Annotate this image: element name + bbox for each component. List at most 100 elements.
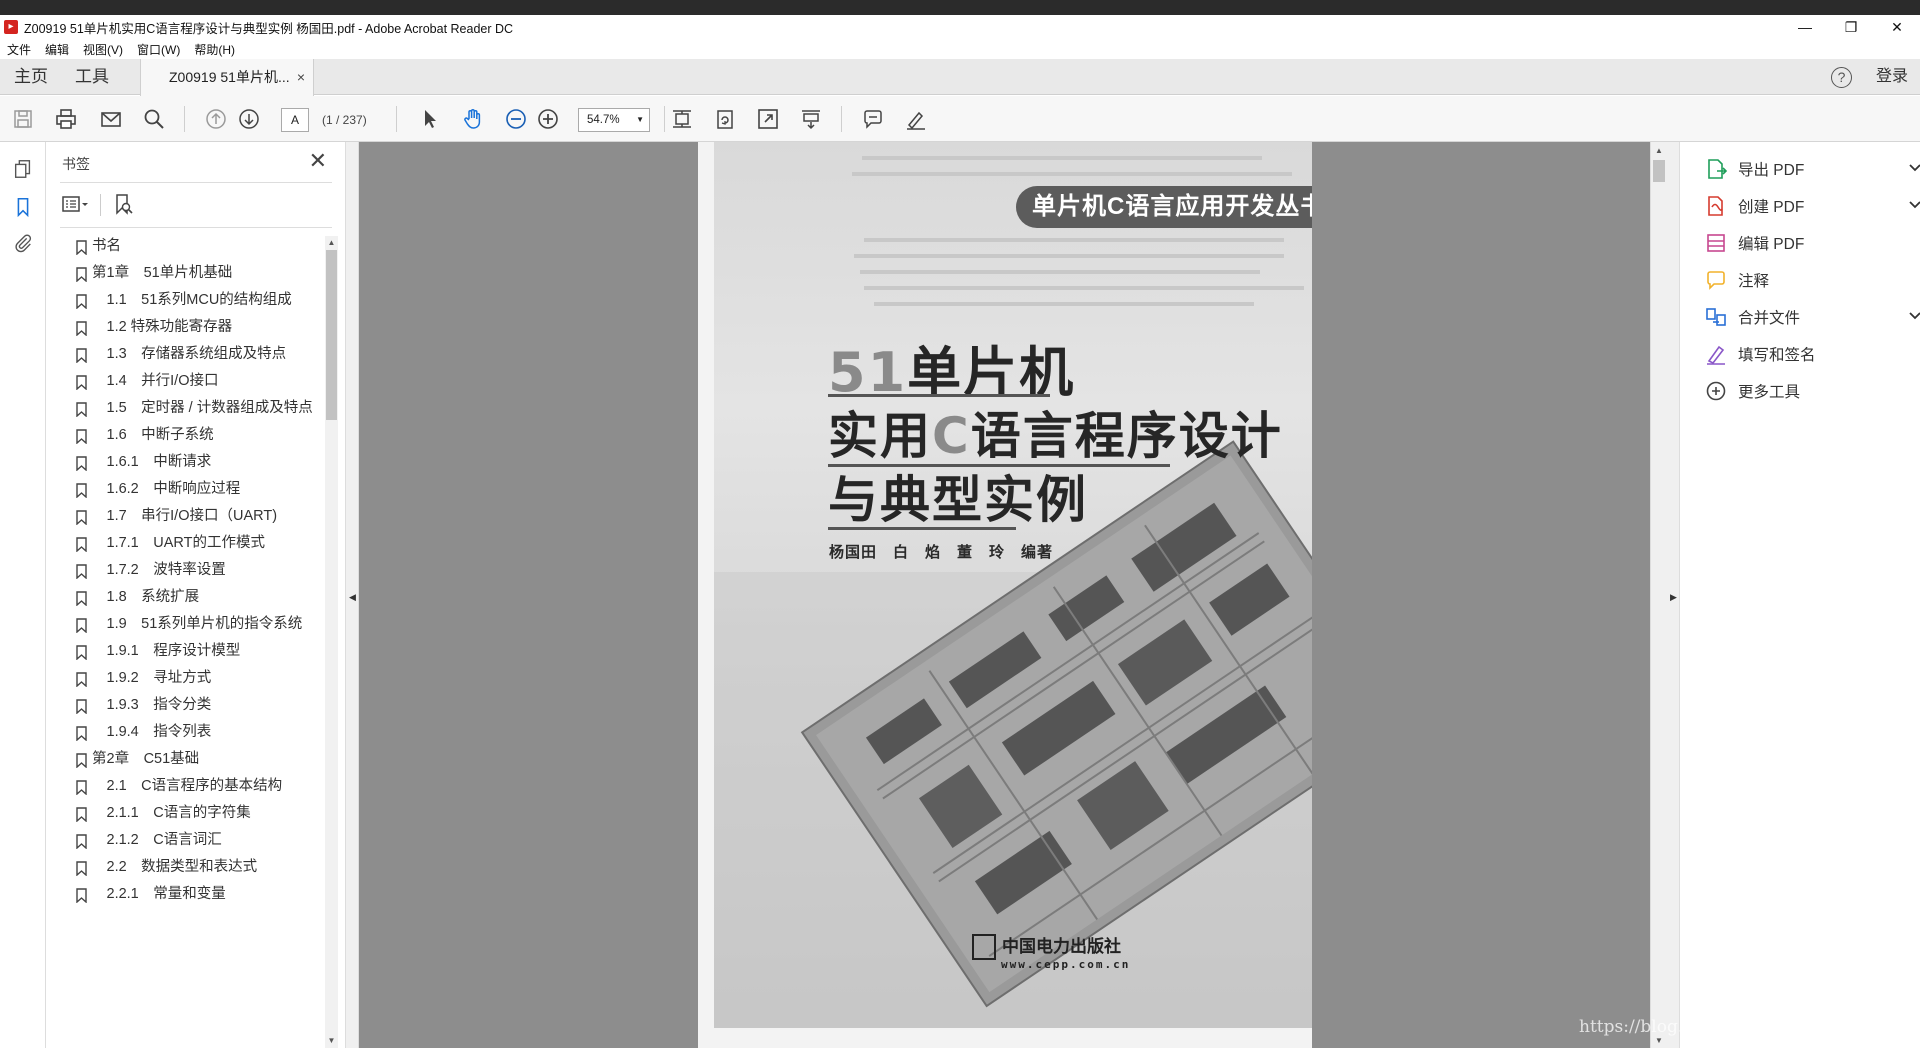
bookmarks-icon[interactable] [10,194,36,220]
chevron-down-icon[interactable] [1908,310,1920,324]
zoom-out-icon[interactable] [502,105,530,133]
bookmark-item[interactable]: 2.1.2 C语言词汇 [60,827,328,854]
highlight-pen-icon[interactable] [902,105,930,133]
bookmark-item[interactable]: 1.6 中断子系统 [60,422,328,449]
document-scrollbar[interactable]: ▲ ▼ [1650,142,1666,1048]
tool-fill-sign[interactable]: 填写和签名 [1704,341,1816,367]
bookmark-item[interactable]: 1.7.1 UART的工作模式 [60,530,328,557]
save-icon[interactable] [9,105,37,133]
email-icon[interactable] [97,105,125,133]
main-toolbar: A (1 / 237) 54.7% ▼ [0,96,1920,142]
full-screen-icon[interactable] [754,105,782,133]
scroll-up-arrow-icon[interactable]: ▲ [325,236,338,250]
tool-comment[interactable]: 注释 [1704,267,1769,293]
previous-page-icon[interactable] [202,105,230,133]
attachments-icon[interactable] [10,230,36,256]
chevron-down-icon[interactable] [1908,199,1920,213]
search-icon[interactable] [140,105,168,133]
bookmark-item[interactable]: 1.7.2 波特率设置 [60,557,328,584]
scroll-down-arrow-icon[interactable]: ▼ [325,1034,338,1048]
bookmark-item[interactable]: 1.6.2 中断响应过程 [60,476,328,503]
minimize-button[interactable]: — [1782,15,1828,39]
tool-create-pdf[interactable]: 创建 PDF [1704,193,1920,219]
chevron-down-icon[interactable] [1908,162,1920,176]
zoom-level-select[interactable]: 54.7% ▼ [578,108,650,132]
page-thumbnails-icon[interactable] [10,156,36,182]
close-window-button[interactable]: ✕ [1874,15,1920,39]
fit-page-icon[interactable] [668,105,696,133]
bookmark-item[interactable]: 1.9.1 程序设计模型 [60,638,328,665]
cover-publisher-url: www.cepp.com.cn [1001,958,1131,971]
zoom-in-icon[interactable] [534,105,562,133]
bookmark-item[interactable]: 2.2.1 常量和变量 [60,881,328,908]
menu-view[interactable]: 视图(V) [76,41,130,58]
bookmark-item[interactable]: 2.1.1 C语言的字符集 [60,800,328,827]
bookmark-item[interactable]: 1.2 特殊功能寄存器 [60,314,328,341]
scroll-up-arrow-icon[interactable]: ▲ [1651,144,1667,158]
tool-combine-files[interactable]: 合并文件 [1704,304,1920,330]
tool-label: 注释 [1738,273,1770,290]
bookmark-item[interactable]: 1.4 并行I/O接口 [60,368,328,395]
bookmark-item[interactable]: 2.2 数据类型和表达式 [60,854,328,881]
pdf-page[interactable]: 单片机C语言应用开发丛书 51单片机 实用C语言程序设计 与典型实例 杨国田 白… [698,142,1312,1048]
tab-document[interactable]: Z00919 51单片机... × [140,59,314,96]
close-tab-icon[interactable]: × [297,59,305,95]
menu-file[interactable]: 文件 [0,41,38,58]
menu-help[interactable]: 帮助(H) [187,41,242,58]
bookmark-icon [76,834,87,849]
cover-title-line-2: 实用C语言程序设计 [828,396,1283,468]
collapse-left-icon[interactable]: ◀ [349,592,356,603]
print-icon[interactable] [52,105,80,133]
tool-label: 编辑 PDF [1738,236,1805,253]
rotate-page-icon[interactable] [711,105,739,133]
add-bookmark-icon[interactable] [111,192,135,219]
scroll-mode-icon[interactable] [797,105,825,133]
bookmark-item[interactable]: 1.7 串行I/O接口（UART) [60,503,328,530]
bookmark-item[interactable]: 1.6.1 中断请求 [60,449,328,476]
scrollbar-thumb[interactable] [1653,160,1665,182]
bookmark-label: 1.6.1 中断请求 [92,454,212,470]
menu-window[interactable]: 窗口(W) [130,41,187,58]
bookmark-item[interactable]: 1.1 51系列MCU的结构组成 [60,287,328,314]
bookmark-item[interactable]: 1.3 存储器系统组成及特点 [60,341,328,368]
next-page-icon[interactable] [235,105,263,133]
bookmark-item[interactable]: 第1章 51单片机基础 [60,260,328,287]
document-tab-label: Z00919 51单片机... [169,69,290,85]
right-panel-splitter[interactable]: ▶ [1666,142,1680,1048]
bookmark-label: 1.4 并行I/O接口 [92,373,219,389]
tab-home[interactable]: 主页 [14,59,48,95]
close-panel-icon[interactable]: ✕ [309,150,327,172]
bookmark-scrollbar[interactable]: ▲ ▼ [325,236,338,1048]
collapse-right-icon[interactable]: ▶ [1670,592,1677,603]
page-number-input[interactable]: A [281,108,309,132]
tool-more-tools[interactable]: 更多工具 [1704,378,1800,404]
window-title: Z00919 51单片机实用C语言程序设计与典型实例 杨国田.pdf - Ado… [24,21,514,36]
cover-title-line-3: 与典型实例 [828,471,1088,529]
scrollbar-thumb[interactable] [326,250,337,420]
bookmark-item[interactable]: 书名 [60,233,328,260]
bookmark-options-icon[interactable] [60,192,90,219]
bookmark-item[interactable]: 1.9.4 指令列表 [60,719,328,746]
bookmark-item[interactable]: 1.9.2 寻址方式 [60,665,328,692]
bookmark-item[interactable]: 1.9.3 指令分类 [60,692,328,719]
bookmark-item[interactable]: 2.1 C语言程序的基本结构 [60,773,328,800]
restore-button[interactable]: ❐ [1828,15,1874,39]
document-view[interactable]: 单片机C语言应用开发丛书 51单片机 实用C语言程序设计 与典型实例 杨国田 白… [359,142,1650,1048]
comment-icon[interactable] [859,105,887,133]
menu-edit[interactable]: 编辑 [38,41,76,58]
bookmark-label: 1.2 特殊功能寄存器 [92,319,233,335]
bookmark-item[interactable]: 1.9 51系列单片机的指令系统 [60,611,328,638]
hand-tool-icon[interactable] [459,105,487,133]
tab-tools[interactable]: 工具 [75,59,109,95]
tool-edit-pdf[interactable]: 编辑 PDF [1704,230,1804,256]
select-cursor-icon[interactable] [416,105,444,133]
bookmark-item[interactable]: 第2章 C51基础 [60,746,328,773]
comment-icon [1704,268,1728,292]
left-panel-splitter[interactable]: ◀ [345,142,359,1048]
login-link[interactable]: 登录 [1876,59,1908,95]
tool-export-pdf[interactable]: 导出 PDF [1704,156,1920,182]
bookmark-item[interactable]: 1.5 定时器 / 计数器组成及特点 [60,395,328,422]
bookmark-item[interactable]: 1.8 系统扩展 [60,584,328,611]
help-icon[interactable]: ? [1831,67,1852,88]
combine-files-icon [1704,305,1728,329]
